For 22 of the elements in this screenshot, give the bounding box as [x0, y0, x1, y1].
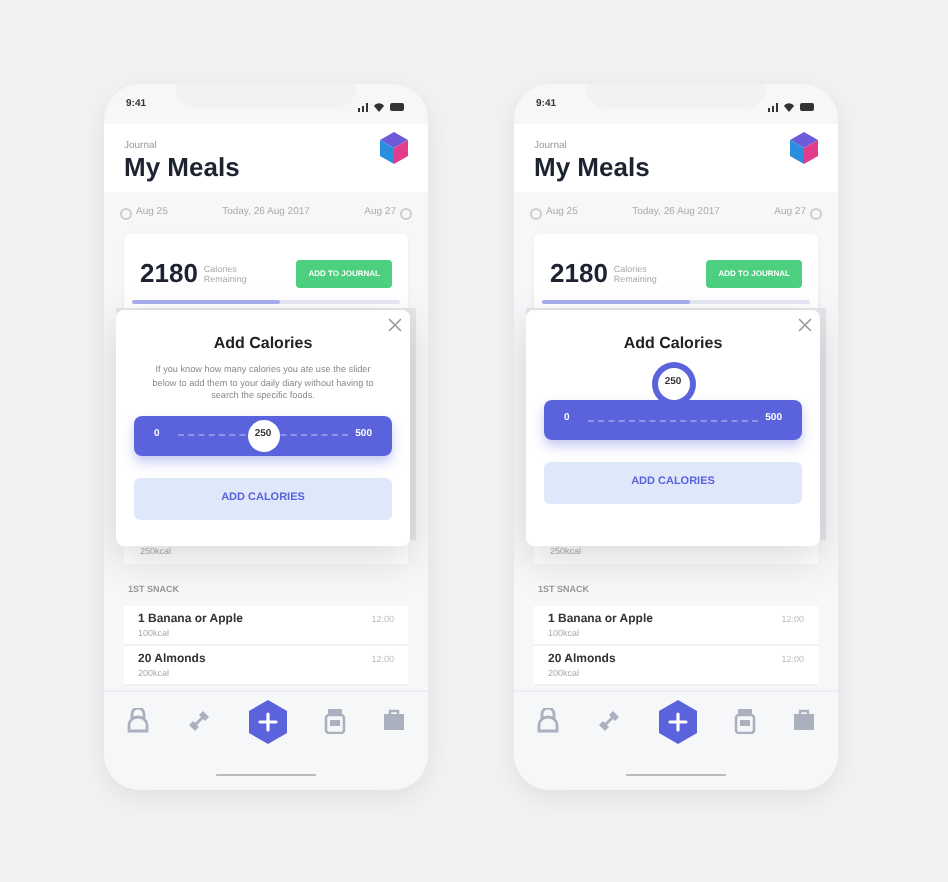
page-title: My Meals — [124, 154, 240, 180]
kettlebell-icon[interactable] — [126, 708, 150, 734]
avatar-cube-icon[interactable] — [790, 132, 818, 164]
close-icon[interactable] — [798, 318, 812, 332]
kettlebell-icon[interactable] — [536, 708, 560, 734]
avatar-cube-icon[interactable] — [380, 132, 408, 164]
bag-icon[interactable] — [792, 708, 816, 732]
status-icons — [768, 101, 816, 111]
dumbbell-icon[interactable] — [186, 708, 212, 734]
dialog-title: Add Calories — [621, 332, 725, 356]
bag-icon[interactable] — [382, 708, 406, 732]
calories-number: 2180 — [550, 256, 608, 293]
page-title: My Meals — [534, 154, 650, 180]
dialog-title: Add Calories — [211, 332, 315, 356]
status-icons — [358, 101, 406, 111]
jar-icon[interactable] — [324, 708, 346, 734]
close-icon[interactable] — [388, 318, 402, 332]
add-hexagon-button[interactable] — [658, 700, 698, 744]
dumbbell-icon[interactable] — [596, 708, 622, 734]
calories-number: 2180 — [140, 256, 198, 293]
add-hexagon-button[interactable] — [248, 700, 288, 744]
jar-icon[interactable] — [734, 708, 756, 734]
